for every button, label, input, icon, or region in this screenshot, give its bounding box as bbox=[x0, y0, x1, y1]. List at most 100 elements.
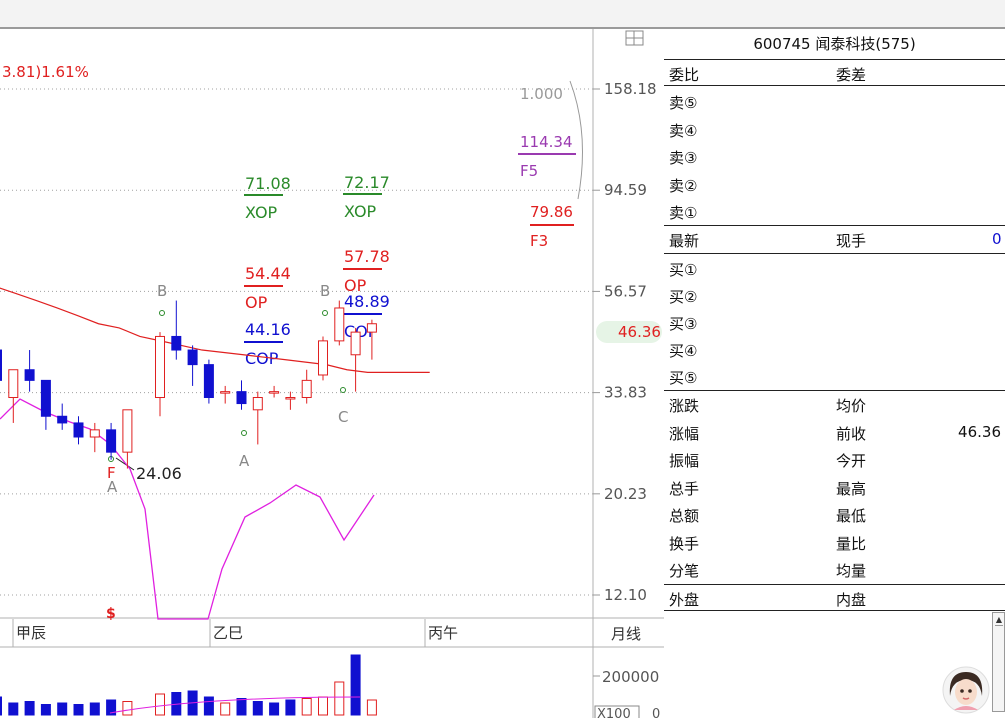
xop-value-1: 71.08 bbox=[245, 174, 291, 193]
volume-bar bbox=[203, 696, 214, 716]
time-label-yisi: 乙巳 bbox=[213, 624, 243, 642]
xop-value-2: 72.17 bbox=[344, 173, 390, 192]
volume-bar bbox=[24, 701, 35, 716]
stat-row-1: 涨幅 前收 46.36 bbox=[664, 419, 1005, 446]
op-value-1: 54.44 bbox=[245, 264, 291, 283]
stat-row-1-label: 涨幅 bbox=[669, 424, 700, 443]
wave-b-label-1: B bbox=[157, 282, 167, 300]
stat-row-1-label2: 前收 bbox=[836, 424, 867, 443]
pivot-point-1 bbox=[322, 310, 328, 316]
sell-row-1: 卖① bbox=[664, 198, 1005, 225]
latest-label: 最新 bbox=[669, 232, 700, 250]
buy-row-3: 买③ bbox=[664, 309, 1005, 336]
volume-bar bbox=[366, 699, 377, 716]
candle-body bbox=[269, 391, 280, 394]
stat-row-4-label: 总额 bbox=[669, 507, 700, 525]
indicator-line bbox=[0, 398, 375, 620]
current-hand-value: 0 bbox=[992, 230, 1002, 248]
op-value-2: 57.78 bbox=[344, 247, 390, 266]
buy-row-5: 买⑤ bbox=[664, 363, 1005, 390]
stat-row-6-label: 分笔 bbox=[669, 562, 700, 580]
volume-bar bbox=[220, 702, 231, 716]
buy-row-3-label: 买③ bbox=[669, 315, 698, 333]
candle-body bbox=[57, 415, 68, 424]
f3-value: 79.86 bbox=[530, 203, 573, 221]
stat-row-4: 总额 最低 bbox=[664, 501, 1005, 528]
sell-row-5-label: 卖⑤ bbox=[669, 94, 698, 112]
sell-row-4: 卖④ bbox=[664, 116, 1005, 143]
stat-row-6-label2: 均量 bbox=[836, 562, 867, 580]
cop-value-1: 44.16 bbox=[245, 320, 291, 339]
candle-body bbox=[24, 369, 35, 381]
candle-body bbox=[334, 307, 345, 342]
candle-body bbox=[155, 335, 165, 399]
assistant-avatar-icon[interactable] bbox=[942, 666, 990, 714]
stat-row-6: 分笔 均量 bbox=[664, 556, 1005, 583]
price-axis-label-2: 56.57 bbox=[604, 282, 647, 300]
low-price-label: 24.06 bbox=[136, 464, 182, 483]
f3-label: F3 bbox=[530, 232, 548, 250]
sell-row-2: 卖② bbox=[664, 171, 1005, 198]
stat-row-3: 总手 最高 bbox=[664, 474, 1005, 501]
stat-row-2-label: 振幅 bbox=[669, 452, 700, 470]
kline-chart[interactable]: 3.81)1.61% 158.18 94.59 56.57 33.83 20.23 12.… bbox=[0, 29, 664, 718]
f5-value: 114.34 bbox=[520, 133, 573, 151]
buy-row-2-label: 买② bbox=[669, 288, 698, 306]
xop-label-2: XOP bbox=[344, 202, 377, 221]
current-hand-label: 现手 bbox=[836, 232, 867, 250]
candle-body bbox=[0, 349, 2, 381]
candle-body bbox=[301, 379, 312, 399]
current-price-label: 46.36 bbox=[618, 323, 661, 341]
outer-inner-row: 外盘 内盘 bbox=[664, 585, 1005, 612]
candle-body bbox=[318, 340, 328, 376]
wave-a-label-1: A bbox=[239, 452, 250, 470]
time-label-jiachen: 甲辰 bbox=[16, 624, 46, 642]
latest-row: 最新 现手 0 bbox=[664, 226, 1005, 253]
price-axis-label-3: 33.83 bbox=[604, 384, 647, 402]
pivot-point-0 bbox=[159, 310, 165, 316]
volume-bar bbox=[0, 696, 2, 716]
sell-row-1-label: 卖① bbox=[669, 204, 698, 222]
buy-row-4-label: 买④ bbox=[669, 342, 698, 360]
stat-row-0-label2: 均价 bbox=[836, 397, 867, 415]
fib-top-label: 1.000 bbox=[520, 85, 563, 103]
stat-row-5: 换手 量比 bbox=[664, 529, 1005, 556]
volume-bar bbox=[269, 702, 280, 716]
scroll-up-icon[interactable]: ▲ bbox=[995, 615, 1003, 626]
header-change-text: 3.81)1.61% bbox=[2, 63, 89, 81]
weibi-label: 委比 bbox=[669, 66, 700, 84]
buy-row-5-label: 买⑤ bbox=[669, 369, 698, 387]
candle-body bbox=[8, 369, 19, 399]
stat-row-3-label: 总手 bbox=[669, 479, 700, 498]
panel-scrollbar[interactable]: ▲ bbox=[992, 612, 1005, 712]
candle-body bbox=[236, 391, 247, 405]
candle-body bbox=[285, 397, 296, 400]
price-axis-label-1: 94.59 bbox=[604, 181, 647, 199]
weibi-row: 委比 委差 bbox=[664, 60, 1005, 87]
volume-bar bbox=[252, 701, 263, 716]
stat-row-0: 涨跌 均价 bbox=[664, 391, 1005, 418]
quote-panel: 600745 闻泰科技(575) 委比 委差 最新 现手 0 外盘 内盘 卖⑤ 卖… bbox=[664, 29, 1005, 718]
stat-row-0-label: 涨跌 bbox=[669, 397, 700, 415]
price-gridlines bbox=[0, 88, 593, 596]
period-button-monthly[interactable]: 月线 bbox=[611, 625, 641, 643]
time-label-bingwu: 丙午 bbox=[428, 624, 458, 642]
volume-bar bbox=[122, 701, 133, 716]
stat-row-2-label2: 今开 bbox=[836, 452, 867, 470]
price-axis-label-0: 158.18 bbox=[604, 80, 657, 98]
volume-bar bbox=[57, 702, 68, 716]
wave-c-label: C bbox=[338, 408, 348, 426]
inner-label: 内盘 bbox=[836, 591, 867, 609]
pivot-point-2 bbox=[241, 430, 247, 436]
volume-bar bbox=[236, 698, 247, 716]
candle-body bbox=[171, 335, 182, 351]
op-label-1: OP bbox=[245, 293, 268, 312]
candle-body bbox=[106, 429, 117, 453]
candle-body bbox=[89, 429, 100, 438]
volume-bar bbox=[318, 696, 328, 716]
stat-row-4-label2: 最低 bbox=[836, 507, 867, 525]
volume-bar bbox=[301, 698, 312, 716]
sell-row-3: 卖③ bbox=[664, 143, 1005, 170]
candle-body bbox=[122, 409, 133, 453]
stat-row-5-label: 换手 bbox=[669, 534, 700, 553]
